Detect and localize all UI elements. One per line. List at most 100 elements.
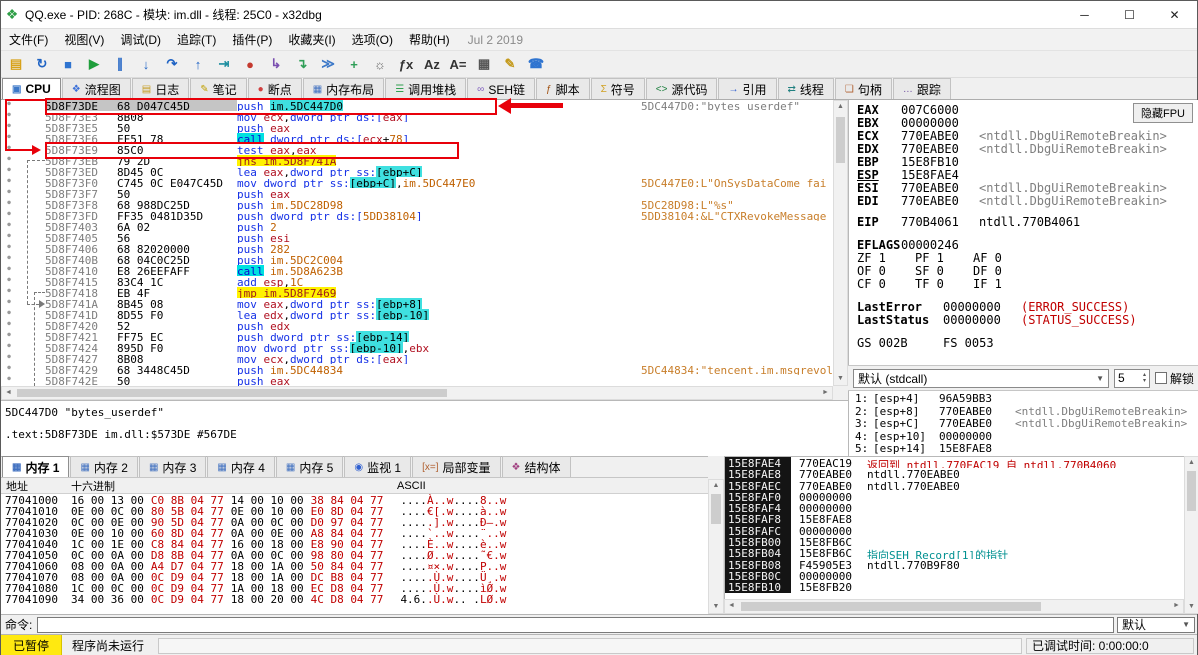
tab-memory-1[interactable]: ▦ 内存 1 (2, 456, 70, 477)
breakpoint-dot-icon[interactable]: ● (1, 331, 17, 342)
stack-row[interactable]: 15E8FB08 F45905E3 ntdll.770B9F80 (725, 558, 1184, 572)
dump-row[interactable]: 77041040 1C 00 1E 00 C8 84 04 77 16 00 18 0… (1, 538, 708, 551)
tab-locals[interactable]: [x=] 局部变量 (412, 456, 501, 477)
breakpoint-dot-icon[interactable]: ● (1, 353, 17, 364)
command-dropdown[interactable]: 默认 ▼ (1117, 616, 1195, 633)
scroll-up-icon[interactable]: ▲ (1185, 457, 1198, 469)
tab-references[interactable]: → 引用 (718, 78, 777, 99)
stack-vscrollbar[interactable]: ▲ ▼ (1184, 456, 1198, 614)
tab-trace[interactable]: … 跟踪 (892, 78, 951, 99)
stack-row[interactable]: 15E8FB04 15E8FB6C 指向SEH_Record[1]的指针 (725, 547, 1184, 560)
args-count-spinner[interactable]: 5 ▴ ▾ (1113, 368, 1150, 388)
dump-row[interactable]: 77041020 0C 00 0E 00 90 5D 04 77 0A 00 0C 0… (1, 516, 708, 529)
stack-vscroll-thumb[interactable] (1187, 471, 1196, 511)
command-input[interactable] (37, 616, 1114, 633)
fx-script-button[interactable]: ƒx (394, 53, 418, 76)
disasm-row[interactable]: ● 5D8F7418 EB 4F jmp im.5D8F7469 (1, 287, 833, 300)
disasm-row[interactable]: ● 5D8F741D 8D55 F0 lea edx,dword ptr ss:[eb… (1, 309, 833, 322)
breakpoints-button[interactable]: ● (238, 53, 262, 76)
breakpoint-dot-icon[interactable]: ● (1, 309, 17, 320)
dump-row[interactable]: 77041030 0E 00 10 00 60 8D 04 77 0A 00 0E 0… (1, 527, 708, 540)
tab-call-stack[interactable]: ☰ 调用堆栈 (385, 78, 467, 99)
animate-button[interactable]: ≫ (316, 53, 340, 76)
breakpoint-dot-icon[interactable]: ● (1, 287, 17, 298)
tab-memory-4[interactable]: ▦ 内存 4 (207, 456, 275, 477)
disasm-row[interactable]: ● 5D8F7415 83C4 1C add esp,1C (1, 276, 833, 289)
stack-row[interactable]: 15E8FB0C 00000000 (725, 569, 1184, 583)
stack-row[interactable]: 15E8FAE4 770EAC19 返回到 ntdll.770EAC19 自 ntd… (725, 457, 1184, 470)
breakpoint-dot-icon[interactable]: ● (1, 276, 17, 287)
tab-graph[interactable]: ❖ 流程图 (61, 78, 131, 99)
stop-debugging-button[interactable]: ■ (56, 53, 80, 76)
tab-struct[interactable]: ❖ 结构体 (501, 456, 571, 477)
breakpoint-dot-icon[interactable]: ● (1, 155, 17, 166)
breakpoint-dot-icon[interactable]: ● (1, 375, 17, 386)
scroll-up-icon[interactable]: ▲ (709, 480, 723, 492)
tab-notes[interactable]: ✎ 笔记 (190, 78, 247, 99)
register-value[interactable]: 00000000 (943, 314, 1021, 327)
menu-item[interactable]: 插件(P) (224, 28, 280, 51)
restart-button[interactable]: ↻ (30, 53, 54, 76)
segment-register[interactable]: GS 002B (857, 337, 943, 350)
menu-item[interactable]: 帮助(H) (401, 28, 458, 51)
disassembly-hscroll-thumb[interactable] (17, 389, 447, 397)
breakpoint-dot-icon[interactable]: ● (1, 177, 17, 188)
breakpoint-dot-icon[interactable]: ● (1, 122, 17, 133)
register-value[interactable]: 770B4061 (901, 216, 979, 229)
menu-item[interactable]: 选项(O) (344, 28, 401, 51)
tab-handles[interactable]: ❏ 句柄 (834, 78, 892, 99)
dump-row[interactable]: 77041090 34 00 36 00 0C D9 04 77 18 00 20 0… (1, 593, 708, 606)
breakpoint-dot-icon[interactable]: ● (1, 342, 17, 353)
flag-cell[interactable]: CF 0 (857, 278, 915, 291)
dump-row[interactable]: 77041050 0C 00 0A 00 D8 8B 04 77 0A 00 0C 0… (1, 549, 708, 562)
stack-arg-row[interactable]: 3: [esp+C] 770EABE0 <ntdll.DbgUiRemoteBreak… (855, 417, 1198, 431)
step-over-button[interactable]: ↷ (160, 53, 184, 76)
scroll-down-icon[interactable]: ▼ (709, 601, 723, 613)
flag-cell[interactable]: TF 0 (915, 278, 973, 291)
tab-memory-map[interactable]: ▦ 内存布局 (302, 78, 385, 99)
menu-item[interactable]: 视图(V) (56, 28, 112, 51)
calculator-button[interactable]: ▦ (472, 53, 496, 76)
stack-hscrollbar[interactable]: ◄ ► (724, 599, 1184, 614)
open-file-button[interactable]: ▤ (4, 53, 28, 76)
disassembly-hscrollbar[interactable]: ◄ ► (1, 386, 833, 400)
step-out-button[interactable]: ↑ (186, 53, 210, 76)
breakpoint-dot-icon[interactable]: ● (1, 243, 17, 254)
assemble-button[interactable]: A= (446, 53, 470, 76)
stack-row[interactable]: 15E8FAFC 00000000 (725, 524, 1184, 538)
disasm-row[interactable]: ● 5D8F73E5 50 push eax (1, 122, 833, 135)
trace-over-button[interactable]: ↴ (290, 53, 314, 76)
breakpoint-dot-icon[interactable]: ● (1, 111, 17, 122)
scroll-right-icon[interactable]: ► (819, 387, 832, 399)
segment-register[interactable]: FS 0053 (943, 337, 1029, 350)
settings-gear-button[interactable]: ☼ (368, 53, 392, 76)
stack-row[interactable]: 15E8FAE8 770EABE0 ntdll.770EABE0 (725, 468, 1184, 481)
close-button[interactable]: ✕ (1152, 1, 1197, 29)
tab-memory-2[interactable]: ▦ 内存 2 (70, 456, 138, 477)
disassembly-vscrollbar[interactable]: ▲ ▼ (833, 100, 848, 386)
breakpoint-dot-icon[interactable]: ● (1, 221, 17, 232)
disasm-row[interactable]: ● 5D8F73F8 68 988DC25D push im.5DC28D98 5DC2… (1, 199, 833, 212)
help-phone-button[interactable]: ☎ (524, 53, 548, 76)
disasm-row[interactable]: ● 5D8F73F0 C745 0C E047C45D mov dword ptr s… (1, 177, 833, 190)
dump-row[interactable]: 77041070 08 00 0A 00 0C D9 04 77 18 00 1A 0… (1, 571, 708, 584)
menu-item[interactable]: 调试(D) (112, 28, 169, 51)
tab-script[interactable]: ƒ 脚本 (536, 78, 590, 99)
scroll-left-icon[interactable]: ◄ (725, 600, 738, 613)
trace-into-button[interactable]: ↳ (264, 53, 288, 76)
disasm-row[interactable]: ● 5D8F741A 8B45 08 mov eax,dword ptr ss:[eb… (1, 298, 833, 311)
disasm-row[interactable]: ● 5D8F73FD FF35 0481D35D push dword ptr ds:… (1, 210, 833, 223)
spinner-arrows-icon[interactable]: ▴ ▾ (1143, 372, 1146, 384)
maximize-button[interactable]: ☐ (1107, 1, 1152, 29)
breakpoint-dot-icon[interactable]: ● (1, 133, 17, 144)
tab-source[interactable]: <> 源代码 (645, 78, 718, 99)
hide-fpu-button[interactable]: 隐藏FPU (1133, 103, 1193, 123)
scroll-down-icon[interactable]: ▼ (834, 373, 847, 385)
menu-item[interactable]: 追踪(T) (169, 28, 224, 51)
stack-row[interactable]: 15E8FAF4 00000000 (725, 502, 1184, 515)
stack-row[interactable]: 15E8FB00 15E8FB6C (725, 536, 1184, 549)
menu-item[interactable]: 收藏夹(I) (280, 28, 343, 51)
run-to-user-code-button[interactable]: ⇥ (212, 53, 236, 76)
disasm-row[interactable]: ● 5D8F7427 8B08 mov ecx,dword ptr ds:[eax] (1, 353, 833, 366)
disasm-row[interactable]: ● 5D8F7405 56 push esi (1, 232, 833, 245)
